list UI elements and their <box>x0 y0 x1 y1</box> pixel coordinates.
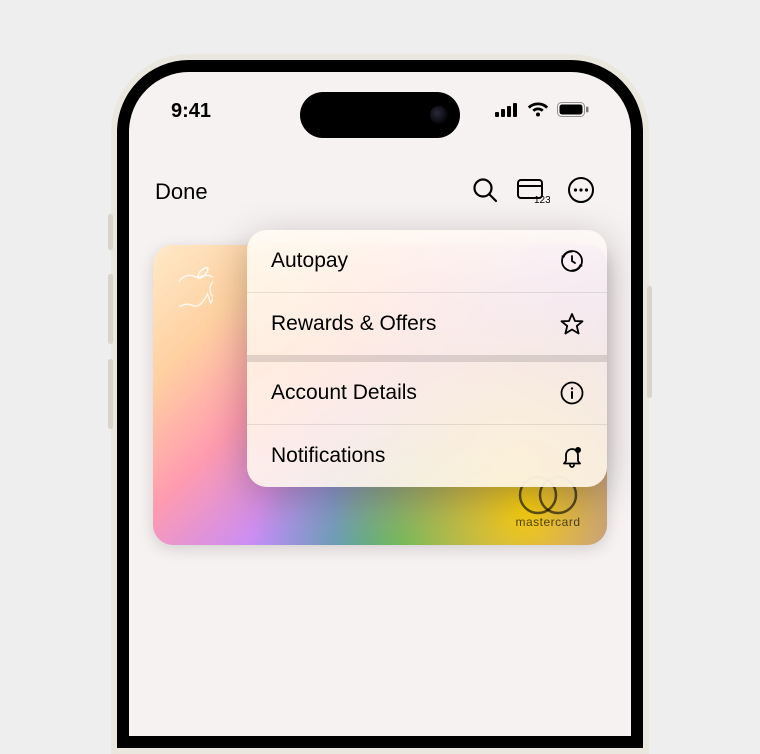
apple-logo-icon <box>179 267 213 307</box>
cellular-icon <box>495 100 519 123</box>
done-button[interactable]: Done <box>155 179 208 205</box>
volume-down-button <box>108 359 113 429</box>
screen: 9:41 Done <box>129 72 631 736</box>
menu-item-label: Rewards & Offers <box>271 312 436 336</box>
menu-item-autopay[interactable]: Autopay <box>247 230 607 292</box>
wifi-icon <box>527 100 549 123</box>
ellipsis-icon <box>567 176 595 209</box>
svg-text:123: 123 <box>534 195 550 204</box>
side-button <box>108 214 113 250</box>
menu-item-label: Notifications <box>271 444 385 468</box>
volume-up-button <box>108 274 113 344</box>
menu-item-label: Autopay <box>271 249 348 273</box>
autopay-icon <box>559 248 585 274</box>
star-icon <box>559 311 585 337</box>
more-button[interactable] <box>557 172 605 212</box>
info-icon <box>559 380 585 406</box>
search-button[interactable] <box>461 172 509 212</box>
toolbar: Done 123 <box>129 172 631 212</box>
search-icon <box>471 176 499 209</box>
status-time: 9:41 <box>171 100 211 123</box>
menu-item-label: Account Details <box>271 381 417 405</box>
battery-icon <box>557 100 589 123</box>
menu-item-notifications[interactable]: Notifications <box>247 424 607 487</box>
status-bar: 9:41 <box>129 100 631 123</box>
phone-frame: 9:41 Done <box>111 54 649 754</box>
bell-icon <box>559 443 585 469</box>
card-number-button[interactable]: 123 <box>509 172 557 212</box>
menu-item-rewards[interactable]: Rewards & Offers <box>247 292 607 355</box>
card-brand-label: mastercard <box>515 515 581 529</box>
menu-item-account-details[interactable]: Account Details <box>247 362 607 424</box>
card-number-icon: 123 <box>516 176 550 209</box>
power-button <box>647 286 652 398</box>
context-menu: Autopay Rewards & Offers Account Details <box>247 230 607 487</box>
menu-separator <box>247 355 607 362</box>
